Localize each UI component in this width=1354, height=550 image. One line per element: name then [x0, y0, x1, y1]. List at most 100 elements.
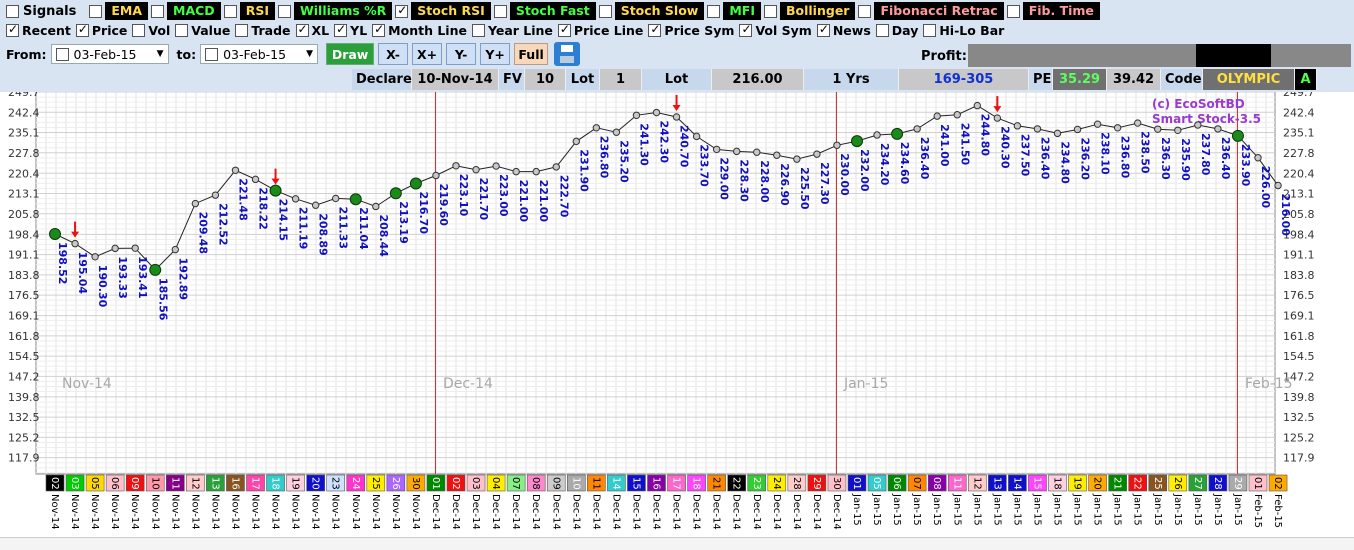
code-value: OLYMPIC	[1203, 69, 1295, 90]
date-day-label: 08	[931, 477, 942, 490]
option-checkbox[interactable]	[6, 22, 19, 37]
option-trade[interactable]: Trade	[235, 23, 291, 38]
option-year-line[interactable]: Year Line	[471, 23, 553, 38]
date-month-label: Nov-14	[370, 494, 381, 530]
chevron-down-icon[interactable]: ▼	[306, 49, 317, 59]
option-checkbox[interactable]	[235, 23, 249, 37]
option-news[interactable]: News	[816, 22, 871, 38]
price-point	[231, 166, 240, 174]
price-point	[552, 163, 560, 171]
data-label: 193.33	[116, 256, 129, 298]
y-minus-button[interactable]: Y-	[446, 43, 477, 65]
indicator-williams-r[interactable]: Williams %R	[277, 2, 393, 20]
date-day-label: 12	[189, 477, 200, 490]
option-vol-sym[interactable]: Vol Sym	[739, 22, 812, 38]
date-day-label: 02	[1272, 477, 1283, 490]
indicator-checkbox[interactable]	[598, 4, 612, 18]
option-vol[interactable]: Vol	[132, 23, 170, 38]
option-price-sym[interactable]: Price Sym	[648, 22, 734, 38]
option-checkbox[interactable]	[648, 22, 662, 37]
option-hi-lo-bar[interactable]: Hi-Lo Bar	[923, 23, 1004, 38]
indicator-checkbox[interactable]	[151, 4, 165, 18]
date-day-label: 13	[209, 477, 220, 490]
option-checkbox[interactable]	[372, 22, 386, 37]
x-plus-button[interactable]: X+	[412, 43, 443, 65]
date-day-label: 02	[450, 477, 461, 490]
indicator-checkbox[interactable]	[1006, 4, 1020, 18]
indicator-fib-time[interactable]: Fib. Time	[1006, 2, 1100, 20]
data-label: 216.00	[1279, 193, 1292, 236]
draw-button[interactable]: Draw	[326, 43, 375, 65]
indicator-checkbox[interactable]	[395, 3, 409, 18]
date-month-label: Dec-14	[651, 494, 662, 530]
price-point	[452, 162, 460, 170]
to-date-checkbox[interactable]	[205, 47, 219, 61]
indicator-checkbox[interactable]	[223, 4, 237, 18]
indicator-stoch-slow[interactable]: Stoch Slow	[598, 2, 705, 20]
from-date-picker[interactable]: 03-Feb-15 ▼	[50, 44, 169, 64]
watermark-text: (c) EcoSoftBD	[1152, 97, 1245, 111]
pe-value-1: 35.29	[1053, 69, 1107, 90]
option-checkbox[interactable]	[334, 22, 348, 37]
y-tick-right: 125.2	[1283, 431, 1315, 444]
option-xl[interactable]: XL	[295, 22, 329, 38]
price-chart[interactable]: 249.7 249.7 242.4 242.4 235.1 235.1 227.8 227.8…	[0, 92, 1354, 537]
option-checkbox[interactable]	[75, 22, 89, 37]
indicator-macd[interactable]: MACD	[151, 2, 221, 20]
to-date-picker[interactable]: 03-Feb-15 ▼	[200, 44, 319, 64]
indicator-checkbox[interactable]	[89, 4, 103, 18]
option-day[interactable]: Day	[875, 23, 918, 38]
indicator-checkbox[interactable]	[858, 4, 872, 18]
option-checkbox[interactable]	[471, 23, 485, 37]
date-month-label: Nov-14	[290, 494, 301, 530]
option-checkbox[interactable]	[875, 23, 889, 37]
indicator-fibonacci-retrac[interactable]: Fibonacci Retrac	[858, 2, 1004, 20]
option-checkbox[interactable]	[739, 22, 753, 37]
option-yl[interactable]: YL	[334, 22, 367, 38]
price-point	[372, 202, 380, 211]
price-point	[993, 114, 1002, 122]
watermark-text: Smart Stock-3.5	[1152, 112, 1261, 126]
indicator-rsi[interactable]: RSI	[223, 2, 275, 20]
indicator-stoch-rsi[interactable]: Stoch RSI	[395, 2, 491, 20]
option-recent[interactable]: Recent	[6, 22, 71, 38]
date-day-label: 01	[851, 477, 862, 490]
month-label: Feb-15	[1245, 376, 1293, 392]
indicator-stoch-fast[interactable]: Stoch Fast	[493, 2, 596, 20]
y-tick-left: 205.8	[8, 208, 40, 221]
save-icon[interactable]	[554, 42, 581, 66]
option-price[interactable]: Price	[75, 22, 127, 38]
indicator-checkbox[interactable]	[707, 4, 721, 18]
indicator-bollinger[interactable]: Bollinger	[764, 2, 856, 20]
date-day-label: 18	[1052, 477, 1063, 490]
indicator-label: Bollinger	[780, 2, 856, 20]
full-button[interactable]: Full	[514, 43, 549, 65]
from-date-checkbox[interactable]	[55, 47, 69, 61]
option-month-line[interactable]: Month Line	[372, 22, 467, 38]
date-month-label: Jan-15	[1152, 493, 1163, 526]
date-day-label: 06	[891, 477, 902, 490]
indicator-checkbox[interactable]	[764, 4, 777, 18]
indicator-label: EMA	[105, 2, 149, 20]
indicator-signals[interactable]: Signals	[6, 2, 86, 20]
option-checkbox[interactable]	[816, 22, 830, 37]
x-minus-button[interactable]: X-	[378, 43, 409, 65]
option-checkbox[interactable]	[132, 23, 146, 37]
option-checkbox[interactable]	[557, 22, 571, 37]
price-point	[1073, 125, 1082, 134]
option-price-line[interactable]: Price Line	[557, 22, 643, 38]
indicator-checkbox[interactable]	[6, 4, 19, 18]
chevron-down-icon[interactable]: ▼	[157, 49, 168, 59]
indicator-ema[interactable]: EMA	[89, 2, 149, 20]
indicator-checkbox[interactable]	[493, 4, 507, 18]
indicator-checkbox[interactable]	[277, 4, 291, 18]
indicator-mfi[interactable]: MFI	[707, 2, 761, 20]
option-checkbox[interactable]	[295, 22, 309, 37]
option-checkbox[interactable]	[923, 23, 937, 37]
date-month-label: Dec-14	[691, 494, 702, 530]
option-value[interactable]: Value	[175, 23, 230, 38]
declare-label: Declare	[352, 69, 412, 90]
y-plus-button[interactable]: Y+	[480, 43, 511, 65]
date-month-label: Nov-14	[229, 494, 240, 530]
option-checkbox[interactable]	[175, 23, 189, 37]
